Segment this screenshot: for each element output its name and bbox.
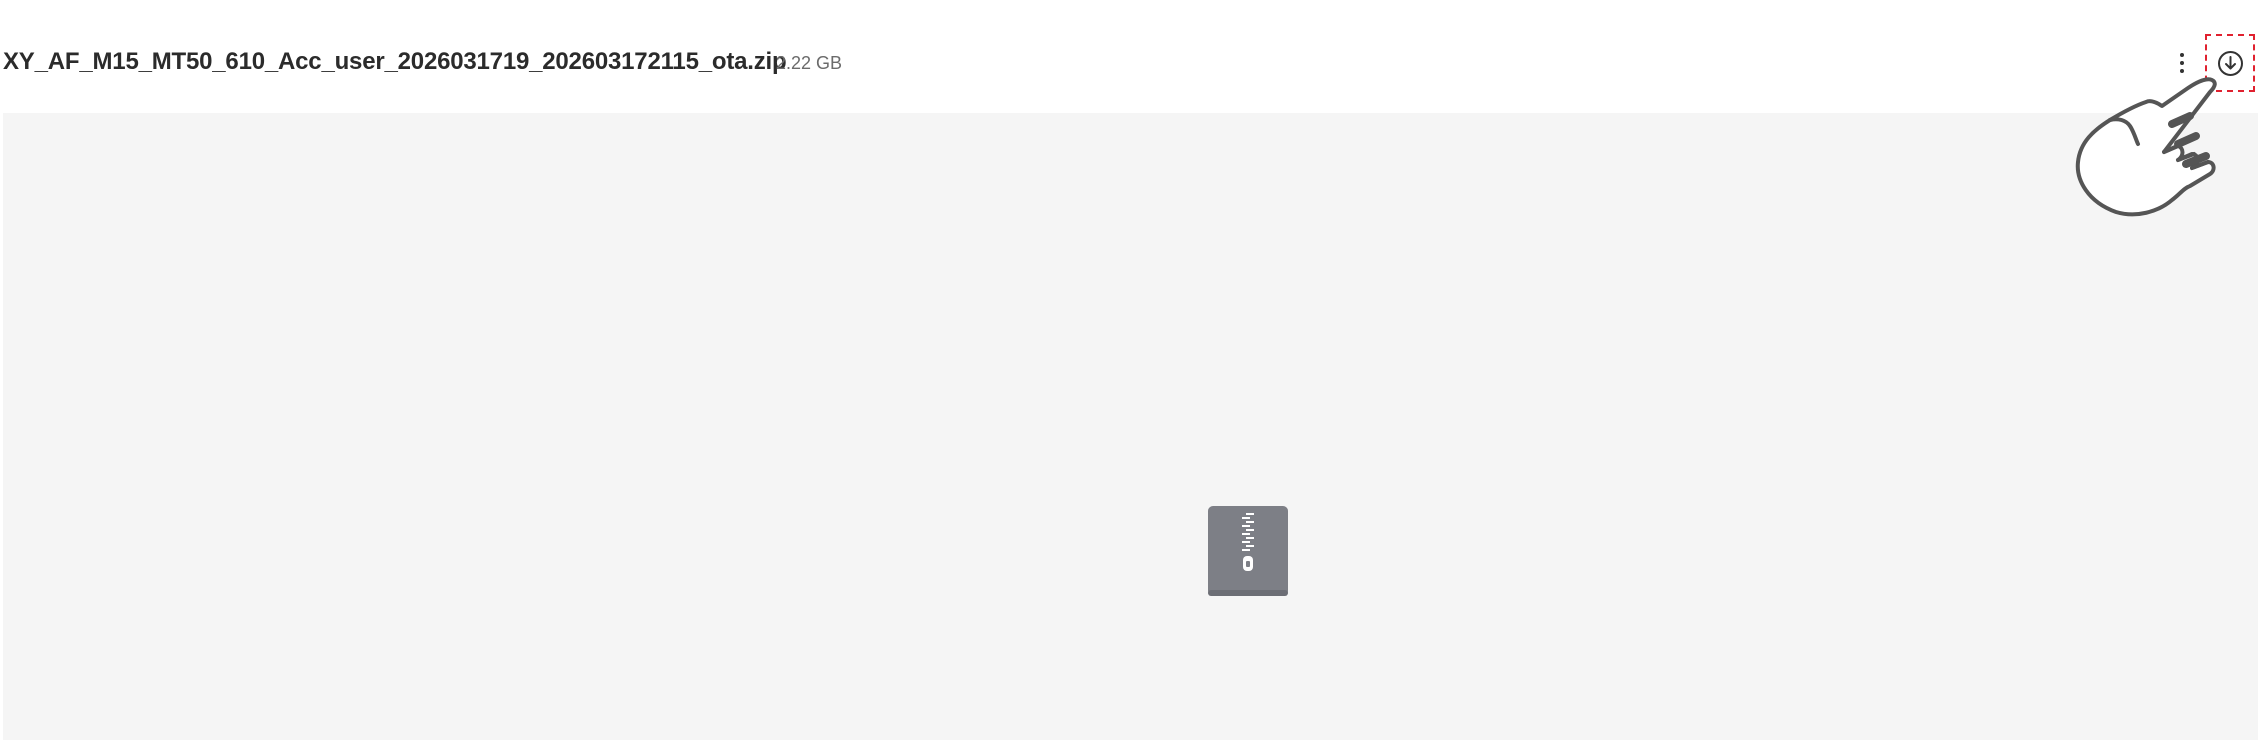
download-circle-icon [2218,51,2243,76]
file-size: 2.22 GB [776,53,843,73]
more-options-button[interactable] [2172,47,2192,79]
zip-file-icon [1208,506,1288,596]
file-name: XY_AF_M15_MT50_610_Acc_user_2026031719_2… [3,48,787,75]
file-preview-area [3,113,2258,740]
more-vertical-icon [2180,53,2184,57]
file-preview-header: XY_AF_M15_MT50_610_Acc_user_2026031719_2… [0,0,2258,112]
download-button[interactable] [2217,50,2244,77]
